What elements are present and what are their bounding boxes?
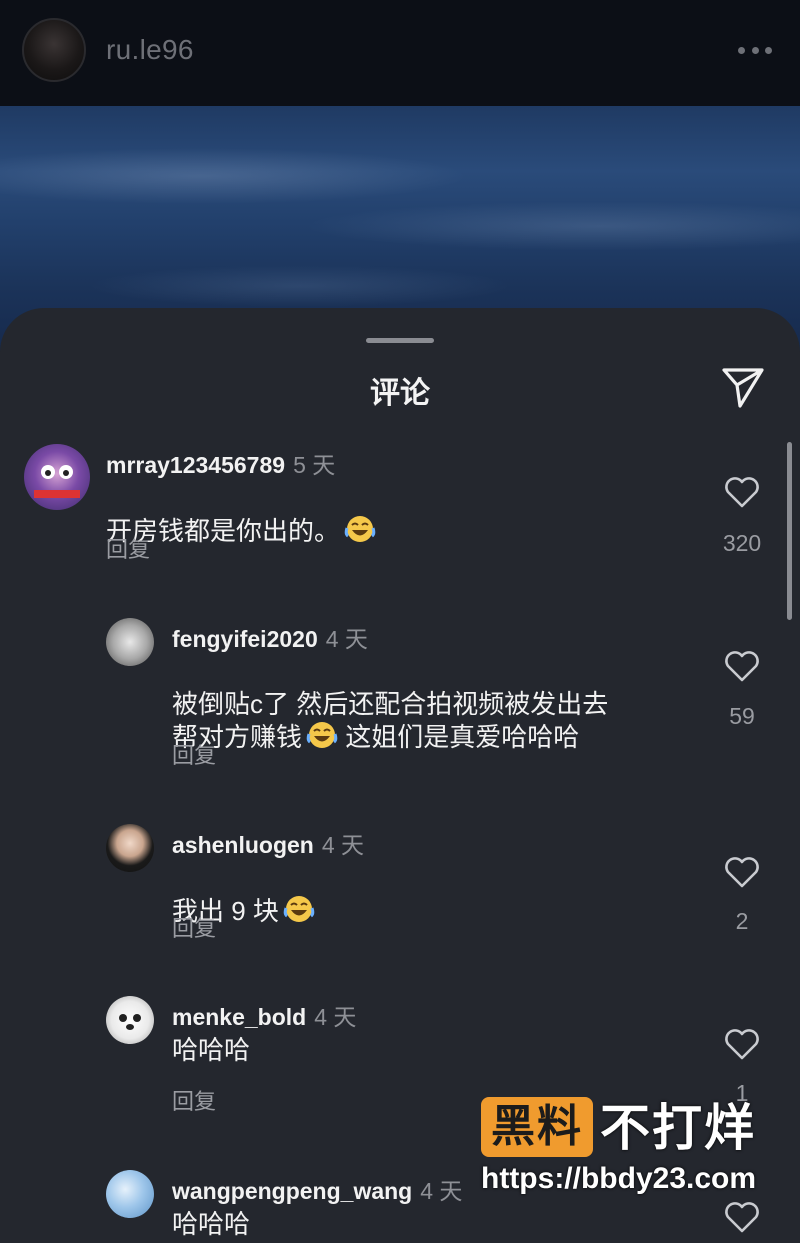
comment-avatar[interactable] [24, 444, 90, 510]
comment-time: 4 天 [420, 1178, 463, 1204]
comment-username[interactable]: menke_bold 4 天 [172, 998, 356, 1032]
sheet-drag-handle[interactable] [366, 338, 434, 343]
like-heart-icon[interactable] [724, 650, 760, 682]
reply-button[interactable]: 回复 [106, 532, 150, 564]
comment-text: 哈哈哈 [172, 1035, 251, 1065]
like-count: 320 [722, 530, 762, 556]
watermark-url: https://bbdy23.com [481, 1162, 757, 1195]
comment-avatar[interactable] [106, 824, 154, 872]
comment-text: 哈哈哈 [172, 1209, 251, 1239]
comment-username[interactable]: fengyifei2020 4 天 [172, 620, 368, 654]
comment-avatar[interactable] [106, 618, 154, 666]
comment-time: 4 天 [325, 626, 368, 652]
share-send-icon[interactable] [720, 364, 766, 410]
comment-avatar[interactable] [106, 1170, 154, 1218]
sheet-title: 评论 [370, 377, 430, 410]
like-heart-icon[interactable] [724, 1028, 760, 1060]
like-heart-icon[interactable] [724, 856, 760, 888]
reply-button[interactable]: 回复 [172, 1084, 216, 1116]
profile-username[interactable]: ru.le96 [106, 34, 194, 66]
laughing-emoji-icon [344, 516, 376, 542]
profile-header: ru.le96 [0, 0, 800, 106]
laughing-emoji-icon [306, 722, 338, 748]
comment-username[interactable]: ashenluogen 4 天 [172, 826, 364, 860]
comment-username[interactable]: mrray123456789 5 天 [106, 446, 335, 480]
profile-avatar[interactable] [22, 18, 86, 82]
watermark-title: 不打烊 [600, 1100, 756, 1156]
comment-time: 4 天 [314, 1004, 357, 1030]
scrollbar[interactable] [787, 442, 792, 620]
like-heart-icon[interactable] [724, 476, 760, 508]
like-count: 59 [729, 703, 755, 729]
like-count: 2 [735, 908, 749, 934]
watermark-badge: 黑料 [481, 1097, 593, 1157]
reply-button[interactable]: 回复 [172, 911, 216, 943]
comment-time: 4 天 [321, 832, 365, 858]
reply-button[interactable]: 回复 [172, 738, 216, 770]
laughing-emoji-icon [283, 896, 315, 922]
more-options-icon[interactable] [738, 44, 772, 56]
comment-avatar[interactable] [106, 996, 154, 1044]
comment-text: 被倒贴c了 然后还配合拍视频被发出去 帮对方赚钱 这姐们是真爱哈哈哈 [172, 689, 609, 752]
comment-username[interactable]: wangpengpeng_wang 4 天 [172, 1172, 462, 1206]
comment-time: 5 天 [293, 452, 336, 478]
like-heart-icon[interactable] [724, 1201, 760, 1233]
